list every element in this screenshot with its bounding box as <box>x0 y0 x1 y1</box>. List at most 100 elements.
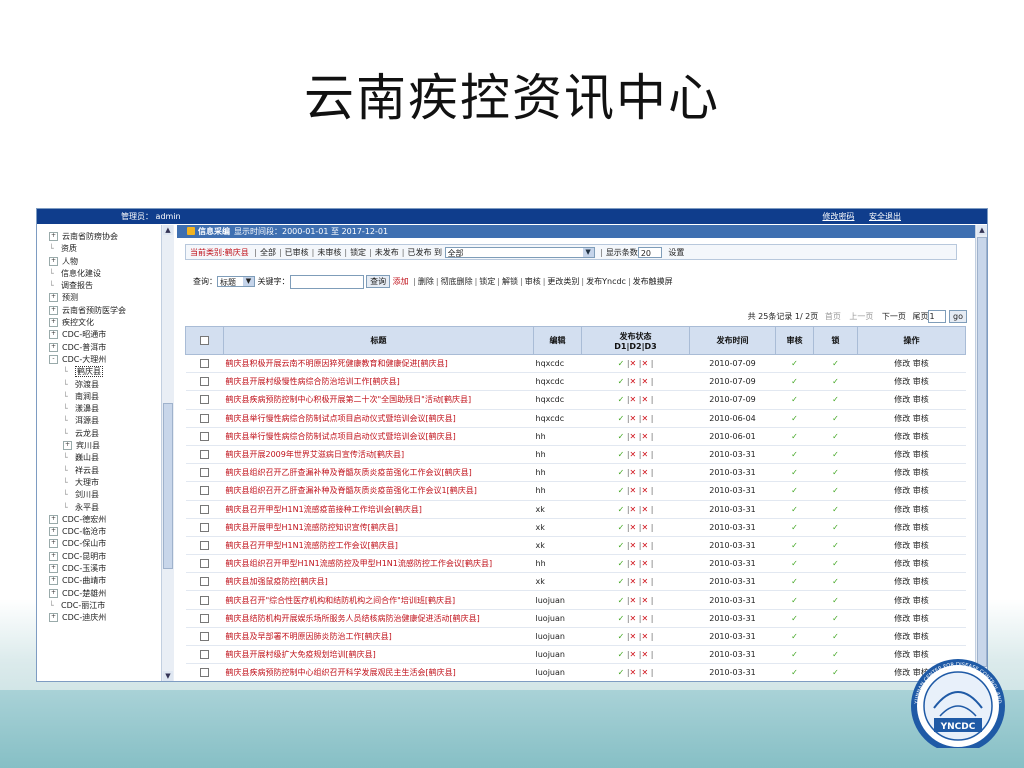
select-all-checkbox[interactable] <box>200 336 209 345</box>
cross-icon[interactable]: ✕ <box>641 559 648 568</box>
row-edit-link[interactable]: 修改 <box>894 577 910 586</box>
tree-item[interactable]: + 云南省预防医学会 <box>49 305 173 317</box>
tree-item[interactable]: └ 祥云县 <box>49 465 173 477</box>
tree-item[interactable]: + CDC-曲靖市 <box>49 575 173 587</box>
row-checkbox[interactable] <box>200 504 209 514</box>
tree-item[interactable]: + CDC-楚雄州 <box>49 588 173 600</box>
expand-icon[interactable]: + <box>49 330 58 340</box>
cross-icon[interactable]: ✕ <box>630 577 637 586</box>
row-review-link[interactable]: 审核 <box>913 377 929 386</box>
row-edit-link[interactable]: 修改 <box>894 395 910 404</box>
row-review-link[interactable]: 审核 <box>913 559 929 568</box>
tree-scroll-thumb[interactable] <box>163 403 173 569</box>
row-edit-link[interactable]: 修改 <box>894 486 910 495</box>
row-checkbox[interactable] <box>200 595 209 605</box>
tree-item[interactable]: └ 弥渡县 <box>49 379 173 391</box>
row-review-link[interactable]: 审核 <box>913 432 929 441</box>
cross-icon[interactable]: ✕ <box>641 668 648 677</box>
cross-icon[interactable]: ✕ <box>641 505 648 514</box>
row-review-link[interactable]: 审核 <box>913 359 929 368</box>
expand-icon[interactable]: + <box>63 441 72 451</box>
tree-item[interactable]: + CDC-昆明市 <box>49 551 173 563</box>
last-page-link[interactable]: 尾页 <box>912 312 928 321</box>
expand-icon[interactable]: + <box>49 588 58 598</box>
cross-icon[interactable]: ✕ <box>630 541 637 550</box>
cross-icon[interactable]: ✕ <box>630 614 637 623</box>
cross-icon[interactable]: ✕ <box>630 596 637 605</box>
expand-icon[interactable]: + <box>49 551 58 561</box>
tree-item[interactable]: - CDC-大理州 <box>49 354 173 366</box>
expand-icon[interactable]: + <box>49 318 58 328</box>
tree-scrollbar[interactable]: ▲ ▼ <box>161 225 174 681</box>
go-button[interactable]: go <box>949 310 967 323</box>
tree-item[interactable]: + 云南省防痨协会 <box>49 231 173 243</box>
row-checkbox[interactable] <box>200 559 209 569</box>
keyword-input[interactable] <box>289 274 364 289</box>
row-title[interactable]: 鹤庆县举行慢性病综合防制试点项目启动仪式暨培训会议[鹤庆县] <box>223 427 534 446</box>
logout-link[interactable]: 安全退出 <box>869 212 901 221</box>
row-title[interactable]: 鹤庆县开展村级扩大免疫规划培训[鹤庆县] <box>223 645 534 665</box>
settings-button[interactable]: 设置 <box>668 248 684 257</box>
cross-icon[interactable]: ✕ <box>630 395 637 404</box>
expand-icon[interactable]: + <box>49 232 58 241</box>
tree-item[interactable]: └ 漾濞县 <box>49 403 173 415</box>
action-link[interactable]: 发布Yncdc <box>586 277 626 286</box>
tree-item[interactable]: + 宾川县 <box>49 440 173 452</box>
tree-item[interactable]: └ 调查报告 <box>49 280 173 292</box>
tree-item[interactable]: + CDC-德宏州 <box>49 514 173 526</box>
expand-icon[interactable]: + <box>49 342 58 352</box>
row-title[interactable]: 鹤庆县召开"综合性医疗机构和结防机构之间合作"培训班[鹤庆县] <box>223 590 534 610</box>
cross-icon[interactable]: ✕ <box>641 523 648 532</box>
action-link[interactable]: 审核 <box>525 277 541 286</box>
cross-icon[interactable]: ✕ <box>630 359 637 368</box>
tree-item[interactable]: + CDC-迪庆州 <box>49 612 173 624</box>
row-review-link[interactable]: 审核 <box>913 414 929 423</box>
next-page-link[interactable]: 下一页 <box>882 312 906 321</box>
row-review-link[interactable]: 审核 <box>913 523 929 532</box>
row-checkbox[interactable] <box>200 413 209 423</box>
row-review-link[interactable]: 审核 <box>913 614 929 623</box>
row-review-link[interactable]: 审核 <box>913 395 929 404</box>
row-review-link[interactable]: 审核 <box>913 577 929 586</box>
tree-item[interactable]: + CDC-临沧市 <box>49 526 173 538</box>
row-title[interactable]: 鹤庆县举行慢性病综合防制试点项目启动仪式暨培训会议[鹤庆县] <box>223 409 534 428</box>
row-review-link[interactable]: 审核 <box>913 468 929 477</box>
tree-item[interactable]: └ 鹤庆县 <box>49 366 173 378</box>
cross-icon[interactable]: ✕ <box>630 632 637 641</box>
cross-icon[interactable]: ✕ <box>641 414 648 423</box>
row-title[interactable]: 鹤庆县开展甲型H1N1流感防控知识宣传[鹤庆县] <box>223 518 534 537</box>
row-title[interactable]: 鹤庆县开展村级慢性病综合防治培训工作[鹤庆县] <box>223 372 534 392</box>
row-title[interactable]: 鹤庆县及早部署不明原因肺炎防治工作[鹤庆县] <box>223 627 534 647</box>
row-edit-link[interactable]: 修改 <box>894 432 910 441</box>
expand-icon[interactable]: + <box>49 514 58 524</box>
tree-item[interactable]: └ 巍山县 <box>49 452 173 464</box>
row-checkbox[interactable] <box>200 450 209 460</box>
cross-icon[interactable]: ✕ <box>641 359 648 368</box>
row-edit-link[interactable]: 修改 <box>894 596 910 605</box>
cross-icon[interactable]: ✕ <box>641 468 648 477</box>
add-button[interactable]: 添加 <box>393 277 409 286</box>
row-review-link[interactable]: 审核 <box>913 450 929 459</box>
cross-icon[interactable]: ✕ <box>641 577 648 586</box>
row-edit-link[interactable]: 修改 <box>894 414 910 423</box>
row-edit-link[interactable]: 修改 <box>894 377 910 386</box>
row-checkbox[interactable] <box>200 522 209 532</box>
row-title[interactable]: 鹤庆县组织召开甲型H1N1流感防控及甲型H1N1流感防控工作会议[鹤庆县] <box>223 554 534 574</box>
tree-item[interactable]: └ 洱源县 <box>49 415 173 427</box>
cross-icon[interactable]: ✕ <box>630 668 637 677</box>
row-edit-link[interactable]: 修改 <box>894 632 910 641</box>
expand-icon[interactable]: + <box>49 256 58 266</box>
cross-icon[interactable]: ✕ <box>641 614 648 623</box>
filter-link[interactable]: 已审核 <box>285 248 309 257</box>
row-review-link[interactable]: 审核 <box>913 541 929 550</box>
tree-item[interactable]: └ 南涧县 <box>49 391 173 403</box>
row-title[interactable]: 鹤庆县疾病预防控制中心积极开展第二十次"全国助残日"活动[鹤庆县] <box>223 390 534 410</box>
cross-icon[interactable]: ✕ <box>641 650 648 659</box>
tree-item[interactable]: + 疾控文化 <box>49 317 173 329</box>
tree-item[interactable]: + CDC-普洱市 <box>49 342 173 354</box>
row-title[interactable]: 鹤庆县积极开展云南不明原因猝死健康教育和健康促进[鹤庆县] <box>223 354 534 374</box>
row-checkbox[interactable] <box>200 377 209 387</box>
publish-target-select[interactable]: 全部 ▼ <box>444 247 595 258</box>
filter-link[interactable]: 未发布 <box>375 248 399 257</box>
query-button[interactable]: 查询 <box>366 275 391 288</box>
